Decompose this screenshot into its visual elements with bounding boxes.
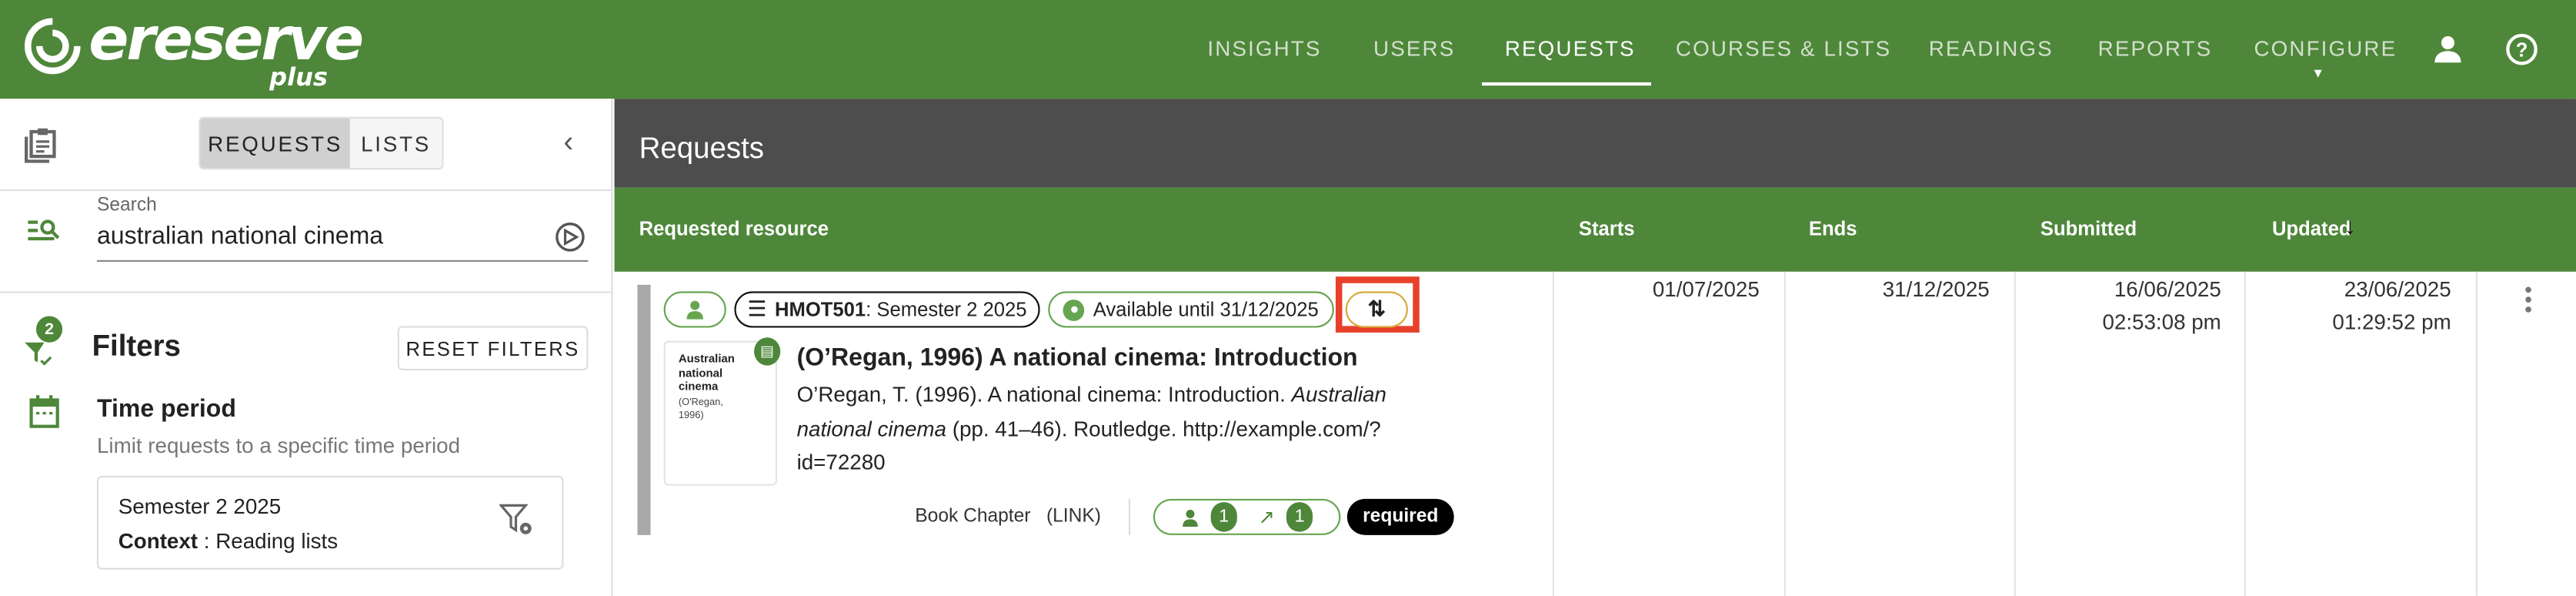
search-list-icon bbox=[28, 219, 60, 241]
collapse-sidebar-chevron-icon[interactable]: ‹ bbox=[563, 125, 573, 159]
updated-time: 01:29:52 pm bbox=[2332, 309, 2451, 335]
context-value: Reading lists bbox=[215, 528, 339, 554]
resource-citation: O’Regan, T. (1996). A national cinema: I… bbox=[797, 379, 1421, 480]
starts-date: 01/07/2025 bbox=[1652, 276, 1760, 302]
more-options-icon[interactable] bbox=[2524, 285, 2534, 314]
divider bbox=[1128, 498, 1131, 535]
nav-courses-lists[interactable]: COURSES & LISTS bbox=[1676, 36, 1891, 61]
search-underline bbox=[96, 259, 589, 262]
status-dot-icon bbox=[1063, 299, 1086, 320]
page-title-bar bbox=[614, 99, 2576, 188]
format-label: (LINK) bbox=[1046, 507, 1101, 527]
course-term: : Semester 2 2025 bbox=[866, 297, 1027, 321]
links-count-badge: 1 bbox=[1286, 502, 1313, 532]
updated-date: 23/06/2025 bbox=[2344, 276, 2451, 302]
divider bbox=[0, 291, 613, 293]
logo-swirl-icon bbox=[25, 18, 81, 75]
nav-users[interactable]: USERS bbox=[1373, 36, 1455, 61]
context-label: Context bbox=[118, 528, 199, 554]
submitted-time: 02:53:08 pm bbox=[2102, 309, 2221, 335]
citation-text: id=72280 bbox=[796, 449, 886, 474]
rollover-button[interactable]: ⇅ bbox=[1345, 291, 1408, 328]
calendar-icon bbox=[29, 395, 59, 428]
resource-title[interactable]: (O’Regan, 1996) A national cinema: Intro… bbox=[797, 344, 1358, 372]
submitted-date: 16/06/2025 bbox=[2114, 276, 2221, 302]
citation-text: O’Regan, T. (1996). A national cinema: I… bbox=[796, 382, 1292, 407]
reset-filters-button[interactable]: RESET FILTERS bbox=[397, 326, 589, 371]
row-status-bar bbox=[637, 284, 651, 535]
list-icon: ☰ bbox=[747, 296, 767, 321]
toggle-lists[interactable]: LISTS bbox=[349, 118, 442, 169]
context-line: Context : Reading lists bbox=[118, 528, 338, 553]
clipboard-list-icon[interactable] bbox=[25, 127, 58, 163]
nav-readings[interactable]: READINGS bbox=[1929, 36, 2054, 61]
usage-chip[interactable]: 1 ↗ 1 bbox=[1153, 498, 1341, 535]
filter-count-badge: 2 bbox=[35, 316, 63, 343]
column-updated[interactable]: Updated bbox=[2272, 217, 2351, 240]
requester-chip[interactable] bbox=[663, 291, 726, 328]
column-separator bbox=[2475, 271, 2478, 596]
user-account-icon[interactable] bbox=[2433, 35, 2462, 64]
nav-requests[interactable]: REQUESTS bbox=[1505, 36, 1636, 61]
person-icon bbox=[686, 300, 703, 320]
nav-reports[interactable]: REPORTS bbox=[2098, 36, 2213, 61]
availability-chip[interactable]: Available until 31/12/2025 bbox=[1048, 291, 1334, 328]
required-badge: required bbox=[1346, 498, 1454, 535]
time-period-title: Time period bbox=[96, 395, 236, 424]
column-requested-resource[interactable]: Requested resource bbox=[639, 217, 829, 240]
nav-insights[interactable]: INSIGHTS bbox=[1207, 36, 1321, 61]
view-toggle: REQUESTS LISTS bbox=[199, 116, 444, 170]
type-label: Book Chapter bbox=[915, 507, 1031, 527]
time-period-value: Semester 2 2025 bbox=[118, 494, 282, 519]
course-label: HMOT501: Semester 2 2025 bbox=[775, 298, 1027, 321]
nav-configure[interactable]: CONFIGURE bbox=[2254, 36, 2397, 61]
filter-settings-icon[interactable] bbox=[499, 502, 536, 538]
time-period-card[interactable]: Semester 2 2025 Context : Reading lists bbox=[96, 475, 564, 570]
citation-text: (pp. 41–46). Routledge. http://example.c… bbox=[946, 415, 1381, 440]
citation-book-title: Australian bbox=[1291, 382, 1386, 407]
help-icon[interactable]: ? bbox=[2505, 33, 2538, 66]
column-separator bbox=[1552, 271, 1554, 596]
ends-date: 31/12/2025 bbox=[1882, 276, 1990, 302]
external-link-icon: ↗ bbox=[1258, 505, 1275, 529]
page-title: Requests bbox=[639, 132, 764, 165]
column-submitted[interactable]: Submitted bbox=[2040, 217, 2137, 240]
toggle-requests[interactable]: REQUESTS bbox=[200, 118, 350, 169]
context-separator: : bbox=[198, 528, 216, 554]
caret-down-icon: ▼ bbox=[2311, 65, 2325, 81]
course-chip[interactable]: ☰ HMOT501: Semester 2 2025 bbox=[734, 291, 1040, 328]
thumbnail-title: Australian national cinema bbox=[678, 353, 735, 393]
rollover-arrows-icon: ⇅ bbox=[1367, 296, 1386, 321]
filters-title: Filters bbox=[92, 329, 181, 363]
resource-type: Book Chapter (LINK) bbox=[915, 507, 1101, 527]
course-code: HMOT501 bbox=[774, 297, 866, 321]
column-ends[interactable]: Ends bbox=[1809, 217, 1857, 240]
search-label: Search bbox=[96, 196, 157, 216]
divider bbox=[0, 189, 613, 192]
thumbnail-author: (O'Regan, 1996) bbox=[678, 398, 723, 421]
send-search-icon[interactable] bbox=[554, 220, 587, 253]
citation-book-title: national cinema bbox=[796, 415, 947, 440]
search-input[interactable]: australian national cinema bbox=[97, 223, 541, 250]
time-period-subtitle: Limit requests to a specific time period bbox=[96, 433, 461, 458]
column-separator bbox=[1784, 271, 1786, 596]
person-icon bbox=[1183, 508, 1198, 527]
svg-text:?: ? bbox=[2516, 40, 2528, 62]
sort-descending-arrow-icon[interactable]: ↓ bbox=[2344, 213, 2356, 239]
document-icon: ▤ bbox=[754, 337, 781, 366]
availability-label: Available until 31/12/2025 bbox=[1093, 297, 1319, 321]
active-tab-indicator bbox=[1481, 82, 1651, 86]
column-starts[interactable]: Starts bbox=[1579, 217, 1635, 240]
users-count-badge: 1 bbox=[1210, 502, 1237, 532]
